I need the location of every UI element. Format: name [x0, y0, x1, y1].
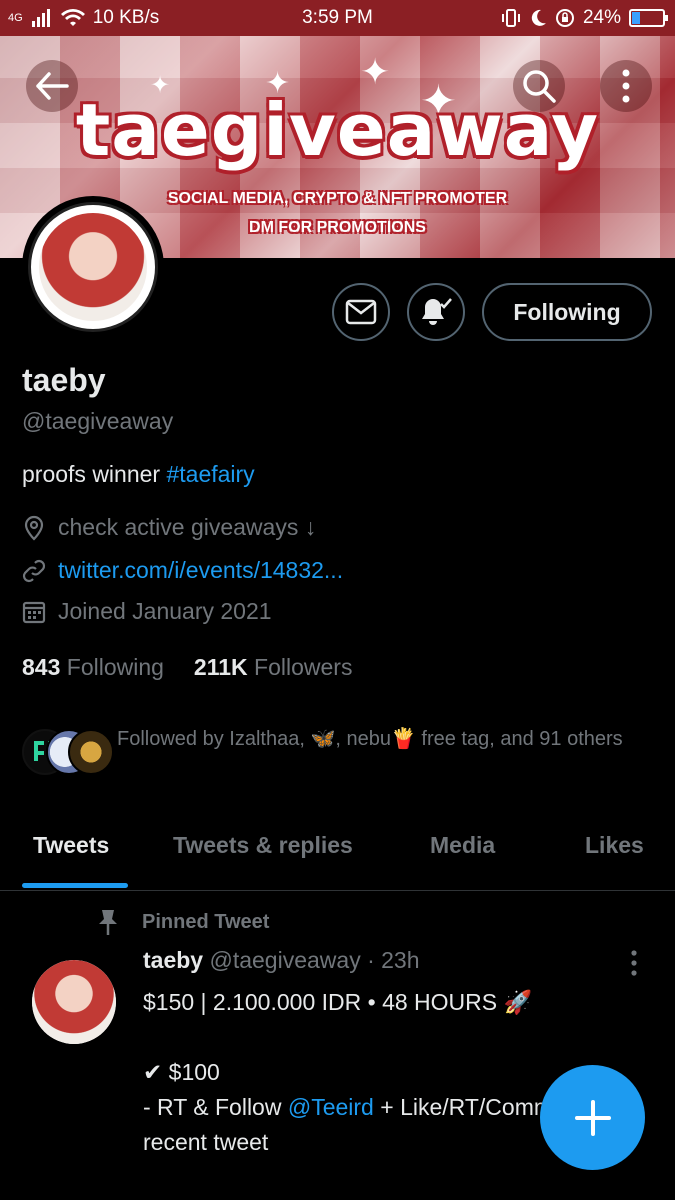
envelope-icon — [345, 299, 377, 325]
back-button[interactable] — [26, 60, 78, 112]
search-icon — [523, 70, 556, 103]
avatar-image — [32, 960, 116, 1044]
pin-icon — [99, 910, 117, 935]
tab-tweets[interactable]: Tweets — [33, 832, 109, 859]
website-link[interactable]: twitter.com/i/events/14832... — [58, 557, 343, 584]
battery-percent: 24% — [582, 7, 621, 28]
profile-name: taeby — [22, 362, 106, 398]
bio-hashtag-link[interactable]: #taefairy — [166, 461, 254, 487]
tweet-mention-link[interactable]: @Teeird — [288, 1094, 374, 1120]
message-button[interactable] — [332, 283, 390, 341]
tweet-line: $150 | 2.100.000 IDR • 48 HOURS 🚀 — [143, 989, 533, 1015]
following-count: 843 — [22, 654, 61, 680]
profile-website[interactable]: twitter.com/i/events/14832... — [22, 557, 343, 584]
tab-likes[interactable]: Likes — [585, 832, 644, 859]
clock: 3:59 PM — [302, 7, 373, 28]
profile-avatar[interactable] — [22, 196, 164, 338]
calendar-icon — [22, 601, 46, 623]
pinned-indicator: Pinned Tweet — [96, 908, 269, 936]
profile-joined: Joined January 2021 — [22, 598, 272, 625]
bio-text: proofs winner — [22, 461, 161, 487]
followed-by[interactable]: Followed by Izalthaa, 🦋, nebu🍟 free tag,… — [22, 724, 642, 775]
profile-handle: @taegiveaway — [22, 408, 174, 434]
avatar-image — [39, 213, 147, 321]
more-vertical-icon — [622, 69, 630, 103]
location-text: check active giveaways ↓ — [58, 514, 317, 540]
tweet-author-name[interactable]: taeby — [143, 947, 203, 973]
tab-tweets-and-replies[interactable]: Tweets & replies — [173, 832, 353, 859]
bell-check-icon — [422, 298, 452, 325]
tab-media[interactable]: Media — [430, 832, 495, 859]
following-label: Following — [66, 654, 164, 680]
followers-label: Followers — [254, 654, 353, 680]
profile-bio: proofs winner #taefairy — [22, 461, 255, 488]
profile-location: check active giveaways ↓ — [22, 514, 316, 541]
location-pin-icon — [24, 515, 44, 541]
tweet-header: taeby @taegiveaway · 23h — [143, 947, 420, 974]
status-bar: 4G 10 KB/s 3:59 PM 24% — [0, 0, 675, 36]
followed-by-text: Followed by Izalthaa, 🦋, nebu🍟 free tag,… — [117, 728, 623, 750]
battery-icon — [629, 9, 668, 27]
followers-count-link[interactable]: 211K Followers — [194, 654, 353, 681]
following-button[interactable]: Following — [482, 283, 652, 341]
notifications-button[interactable] — [407, 283, 465, 341]
following-count-link[interactable]: 843 Following — [22, 654, 164, 681]
joined-text: Joined January 2021 — [58, 598, 272, 624]
banner-title: taegiveaway — [75, 88, 600, 172]
more-vertical-icon — [631, 950, 637, 976]
mutual-avatars — [22, 724, 114, 775]
profile-tabs: Tweets Tweets & replies Media Likes — [0, 815, 675, 891]
tweet-author-handle: @taegiveaway — [209, 947, 361, 973]
moon-icon — [531, 9, 546, 26]
tweet-author-avatar[interactable] — [32, 960, 116, 1044]
tweet-line-prefix: - RT & Follow — [143, 1094, 282, 1120]
search-button[interactable] — [513, 60, 565, 112]
compose-tweet-button[interactable] — [540, 1065, 645, 1170]
active-tab-indicator — [22, 883, 128, 888]
rotation-lock-icon — [555, 9, 574, 27]
link-icon — [22, 559, 46, 582]
pinned-label: Pinned Tweet — [142, 910, 270, 933]
mutual-avatar — [68, 729, 114, 775]
tweet-time: · 23h — [367, 947, 420, 973]
plus-icon — [574, 1099, 611, 1136]
followers-count: 211K — [193, 654, 248, 680]
back-arrow-icon — [36, 72, 69, 100]
follow-counts: 843 Following 211K Followers — [22, 654, 352, 681]
more-options-button[interactable] — [600, 60, 652, 112]
sparkle-icon: ✦ — [360, 51, 391, 92]
tweet-more-button[interactable] — [630, 950, 638, 981]
vibrate-icon — [501, 9, 520, 27]
